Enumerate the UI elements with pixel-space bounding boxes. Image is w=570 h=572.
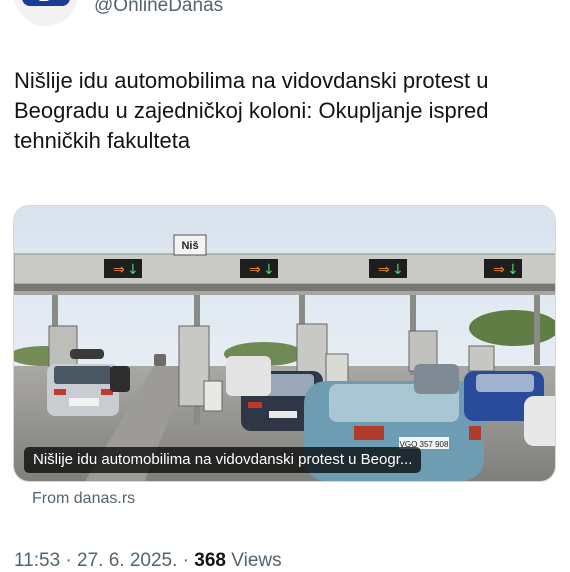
views-label: Views [226,550,282,571]
tweet-time[interactable]: 11:53 [14,550,60,571]
svg-text:⇒: ⇒ [249,262,261,278]
card-photo: Niš ⇒ ↓ ⇒ ↓ ⇒ ↓ ⇒ ↓ VGO 357 908 [14,206,555,481]
card-caption: Nišlije idu automobilima na vidovdanski … [24,447,422,473]
card-source[interactable]: From danas.rs [32,490,135,508]
toll-sign-text: Niš [181,240,198,252]
svg-text:⇒: ⇒ [378,262,390,278]
svg-text:⇒: ⇒ [113,262,125,278]
avatar-letter: D [22,0,70,5]
link-card[interactable]: Niš ⇒ ↓ ⇒ ↓ ⇒ ↓ ⇒ ↓ VGO 357 908 Nišlije … [13,205,556,482]
meta-separator: · [60,550,78,571]
tweet-text: Nišlije idu automobilima na vidovdanski … [14,68,489,153]
svg-text:↓: ↓ [392,262,404,278]
account-handle[interactable]: @OnlineDanas [94,0,223,17]
svg-text:↓: ↓ [507,262,519,278]
svg-text:↓: ↓ [263,262,275,278]
svg-text:⇒: ⇒ [493,262,505,278]
svg-text:↓: ↓ [127,262,139,278]
danas-logo: D [22,0,70,6]
account-avatar[interactable]: D [14,0,78,26]
tweet-meta: 11:53 · 27. 6. 2025. · 368 Views [14,550,282,572]
views-count: 368 [194,550,226,571]
meta-separator: · [177,550,195,571]
tweet-date[interactable]: 27. 6. 2025. [77,550,177,571]
